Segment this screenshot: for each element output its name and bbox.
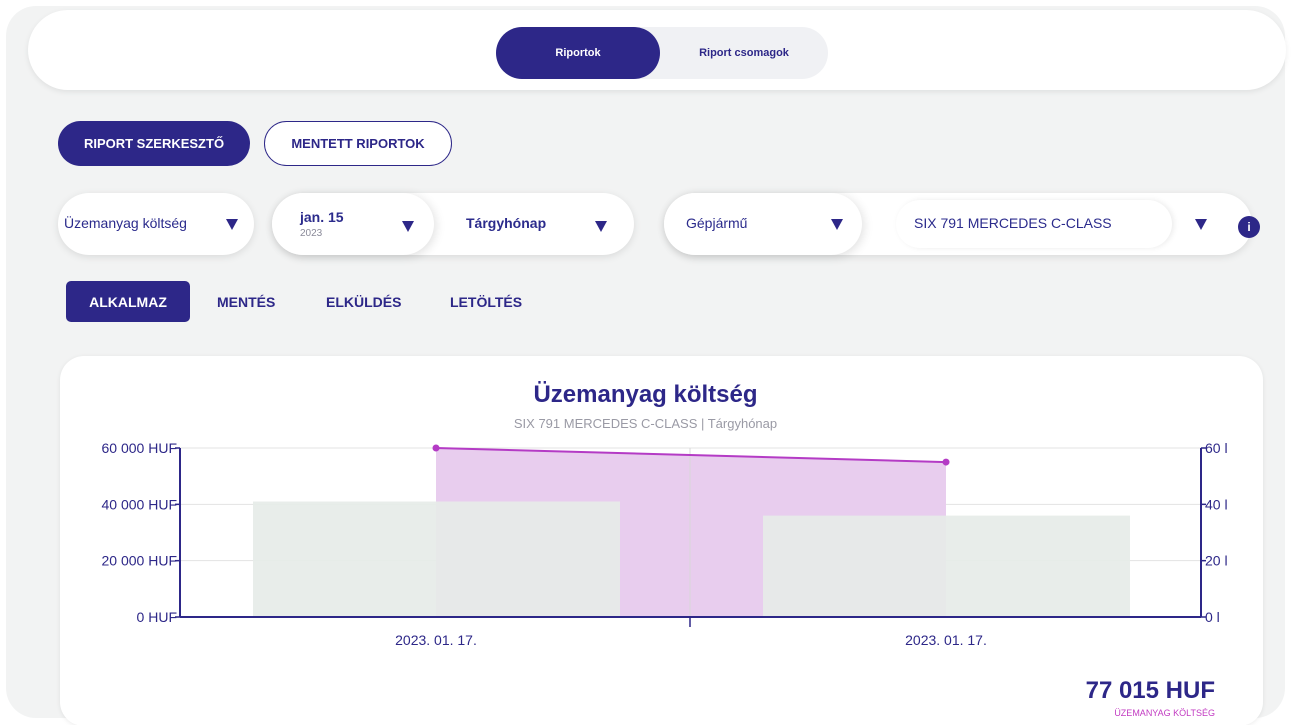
y-tick-label-left: 0 HUF [137,609,177,625]
chart-svg: 0 HUF 20 000 HUF 40 000 HUF 60 000 HUF 0 l 20… [102,440,1228,648]
y-tick-label-right: 40 l [1205,496,1228,512]
total-value: 77 015 HUF [1085,677,1215,704]
y-tick-label-left: 20 000 HUF [102,553,177,569]
y-tick-label-left: 60 000 HUF [102,440,177,456]
y-tick-label-right: 20 l [1205,553,1228,569]
x-tick-label: 2023. 01. 17. [395,632,477,648]
y-tick-label-right: 60 l [1205,440,1228,456]
bar [253,501,620,617]
y-tick-label-left: 40 000 HUF [102,496,177,512]
line-point [432,444,440,452]
total-label: ÜZEMANYAG KÖLTSÉG [1114,708,1215,718]
y-tick-label-right: 0 l [1205,609,1220,625]
x-tick-label: 2023. 01. 17. [905,632,987,648]
line-point [942,458,950,466]
bar [763,515,1130,617]
